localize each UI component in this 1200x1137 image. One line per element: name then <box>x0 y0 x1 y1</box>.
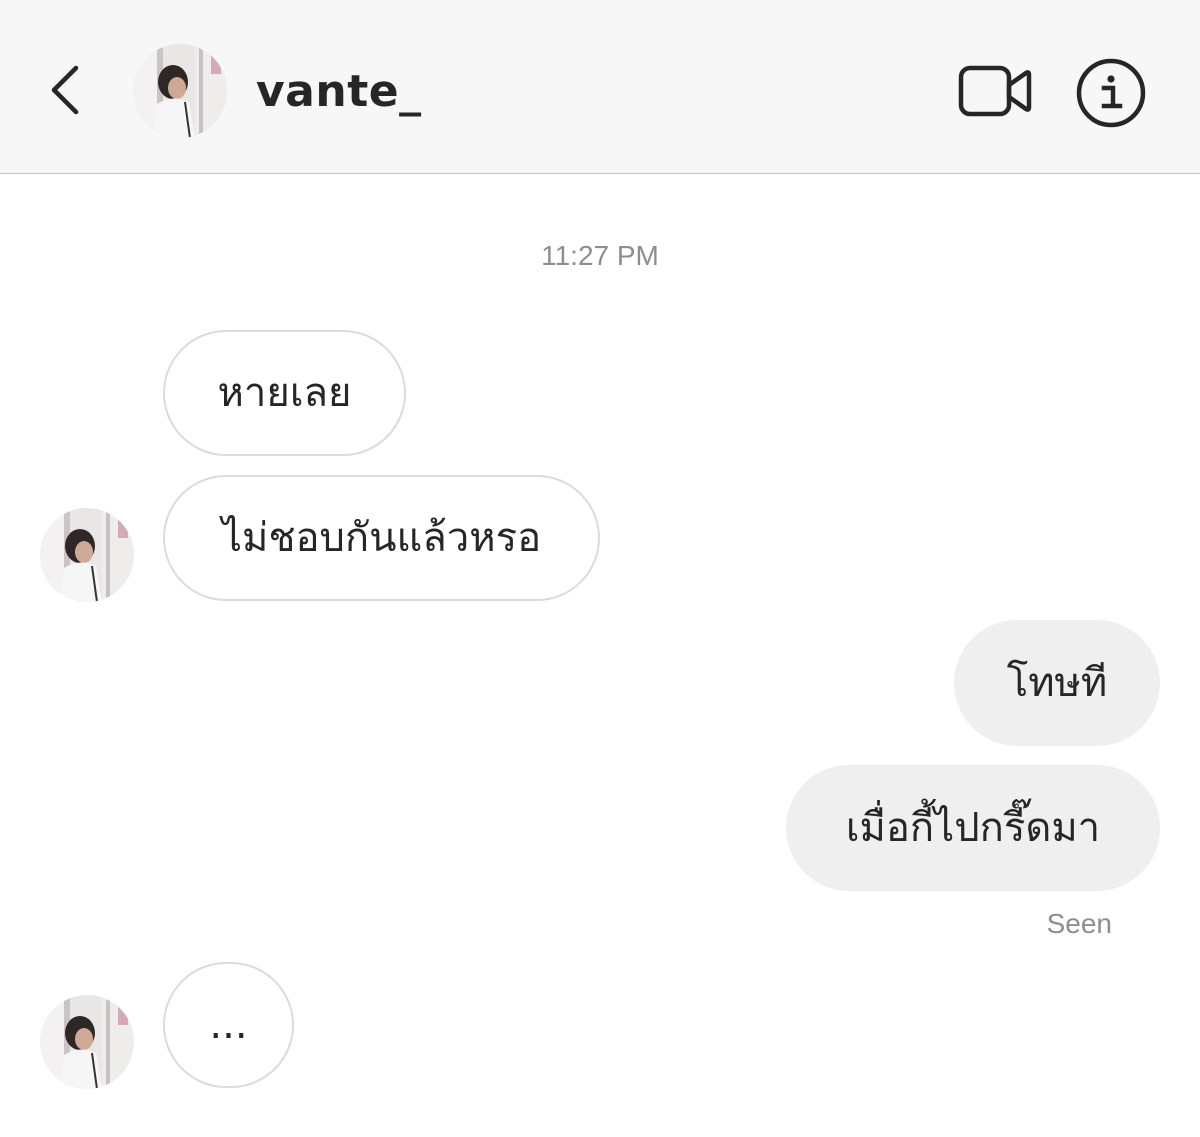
incoming-message-bubble[interactable]: ไม่ชอบกันแล้วหรอ <box>163 475 600 601</box>
message-text: โทษที <box>1006 660 1108 706</box>
chat-screen: vante_ 11:27 PM หายเลย ไม่ชอบกันแล้วหรอ … <box>0 0 1200 1137</box>
chevron-left-icon <box>51 65 79 115</box>
back-button[interactable] <box>38 58 90 122</box>
info-icon <box>1076 58 1146 128</box>
outgoing-message-bubble[interactable]: โทษที <box>954 620 1160 746</box>
avatar[interactable] <box>40 995 134 1089</box>
avatar[interactable] <box>40 508 134 602</box>
message-timestamp: 11:27 PM <box>541 240 659 271</box>
message-text: หายเลย <box>217 370 352 416</box>
seen-indicator: Seen <box>1046 908 1112 939</box>
video-camera-icon <box>958 65 1032 117</box>
profile-photo <box>40 508 134 602</box>
video-call-button[interactable] <box>956 58 1034 124</box>
chat-username[interactable]: vante_ <box>256 62 422 122</box>
profile-photo <box>40 995 134 1089</box>
avatar[interactable] <box>133 44 227 138</box>
conversation-info-button[interactable] <box>1074 56 1148 130</box>
outgoing-message-bubble[interactable]: เมื่อกี้ไปกรี๊ดมา <box>786 765 1160 891</box>
message-text: ไม่ชอบกันแล้วหรอ <box>221 515 542 561</box>
message-text: ... <box>209 1002 248 1048</box>
incoming-message-bubble[interactable]: ... <box>163 962 294 1088</box>
profile-photo <box>133 44 227 138</box>
incoming-message-bubble[interactable]: หายเลย <box>163 330 406 456</box>
chat-header: vante_ <box>0 0 1200 174</box>
message-text: เมื่อกี้ไปกรี๊ดมา <box>845 805 1101 851</box>
